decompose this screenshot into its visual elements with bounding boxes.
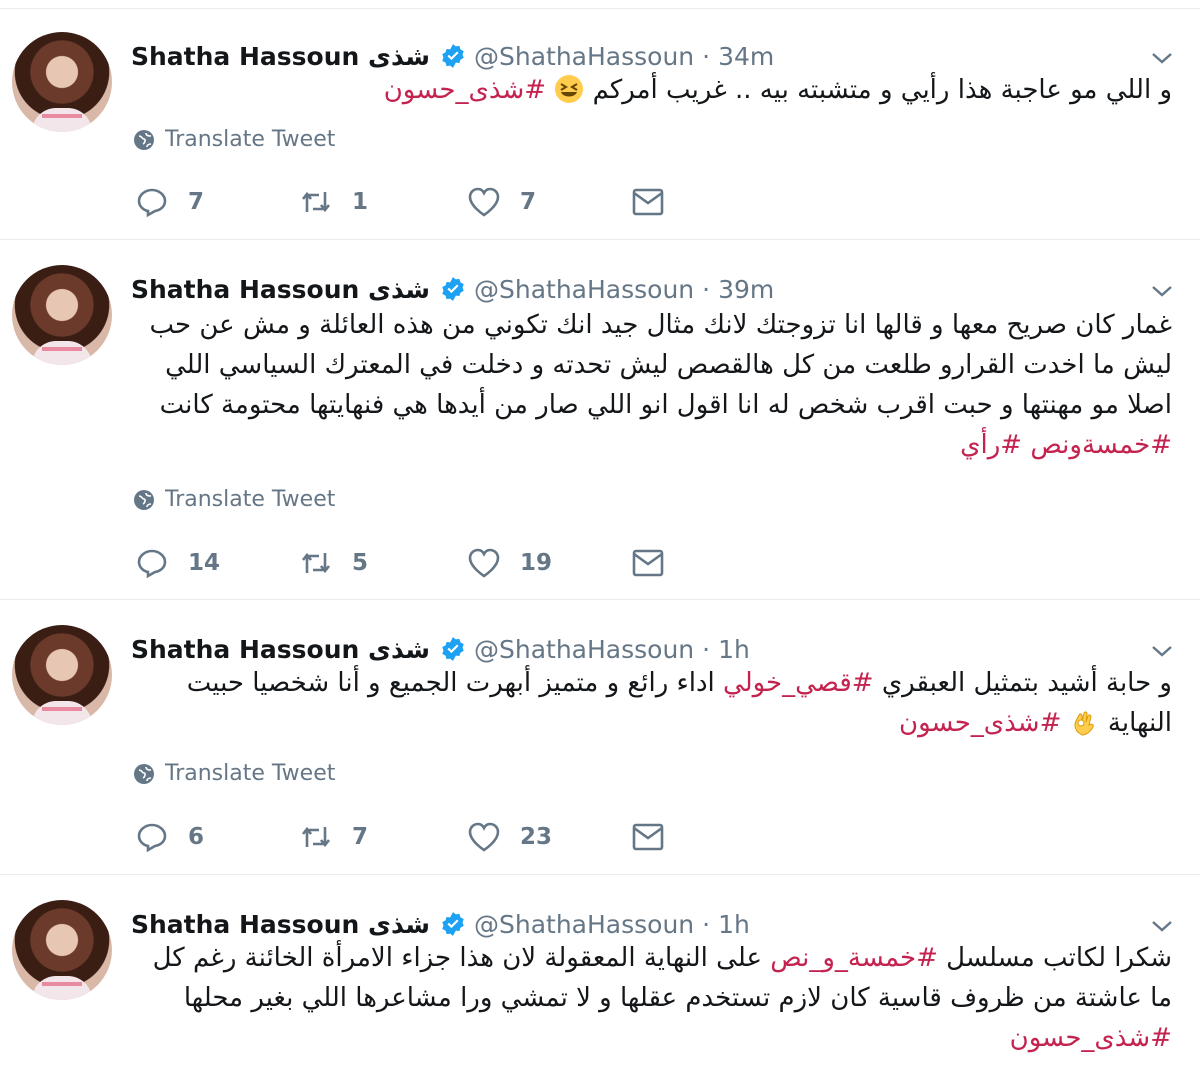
tweet-header: Shatha Hassoun شذى @ShathaHassoun · 39m	[131, 271, 774, 307]
retweet-count: 1	[352, 189, 369, 215]
retweet-button[interactable]: 5	[298, 543, 368, 583]
direct-message-button[interactable]	[630, 817, 666, 857]
hashtag[interactable]: #قصي_خولي	[723, 668, 874, 698]
translate-label: Translate Tweet	[165, 127, 336, 152]
tweet-text: و اللي مو عاجبة هذا رأيي و متشبته بيه ..…	[140, 70, 1172, 110]
translate-label: Translate Tweet	[165, 487, 336, 512]
chevron-down-icon[interactable]	[1150, 639, 1174, 663]
chevron-down-icon[interactable]	[1150, 279, 1174, 303]
avatar[interactable]	[12, 900, 112, 1000]
reply-count: 7	[188, 189, 205, 215]
author-name[interactable]: Shatha Hassoun شذى	[131, 910, 430, 939]
translate-tweet[interactable]: Translate Tweet	[133, 127, 335, 152]
grinning-squinting-face-icon	[555, 75, 584, 103]
tweet[interactable]: Shatha Hassoun شذى @ShathaHassoun · 1h ش…	[0, 876, 1200, 1068]
tweet[interactable]: Shatha Hassoun شذى @ShathaHassoun · 39m …	[0, 241, 1200, 600]
envelope-icon	[632, 823, 664, 851]
like-count: 23	[520, 824, 553, 850]
divider	[0, 239, 1200, 240]
verified-badge-icon	[442, 637, 464, 661]
retweet-button[interactable]: 7	[298, 817, 368, 857]
reply-icon	[137, 549, 167, 579]
verified-badge-icon	[442, 912, 464, 936]
envelope-icon	[632, 549, 664, 577]
tweet[interactable]: Shatha Hassoun شذى @ShathaHassoun · 34m …	[0, 8, 1200, 240]
like-count: 19	[520, 550, 553, 576]
chevron-down-icon[interactable]	[1150, 46, 1174, 70]
tweet-header: Shatha Hassoun شذى @ShathaHassoun · 1h	[131, 906, 750, 942]
avatar[interactable]	[12, 625, 112, 725]
retweet-icon	[301, 191, 331, 213]
tweet[interactable]: Shatha Hassoun شذى @ShathaHassoun · 1h و…	[0, 601, 1200, 875]
tweet-text-content: و حابة أشيد بتمثيل العبقري	[873, 668, 1172, 698]
separator-dot: ·	[702, 41, 711, 71]
separator-dot: ·	[702, 909, 711, 939]
like-button[interactable]: 19	[466, 543, 552, 583]
heart-icon	[468, 822, 500, 852]
hashtag[interactable]: #خمسةونص #رأي	[960, 430, 1172, 460]
translate-tweet[interactable]: Translate Tweet	[133, 487, 335, 512]
globe-icon	[134, 489, 154, 510]
envelope-icon	[632, 188, 664, 216]
avatar[interactable]	[12, 32, 112, 132]
direct-message-button[interactable]	[630, 182, 666, 222]
author-handle[interactable]: @ShathaHassoun	[474, 910, 694, 939]
globe-icon	[134, 129, 154, 150]
author-name[interactable]: Shatha Hassoun شذى	[131, 42, 430, 71]
author-name[interactable]: Shatha Hassoun شذى	[131, 275, 430, 304]
retweet-count: 5	[352, 550, 369, 576]
verified-badge-icon	[442, 277, 464, 301]
retweet-icon	[301, 552, 331, 574]
like-button[interactable]: 7	[466, 182, 536, 222]
tweet-text: غمار كان صريح معها و قالها انا تزوجتك لا…	[140, 305, 1173, 465]
retweet-button[interactable]: 1	[298, 182, 368, 222]
tweet-header: Shatha Hassoun شذى @ShathaHassoun · 1h	[131, 631, 750, 667]
chevron-down-icon[interactable]	[1150, 914, 1174, 938]
hashtag[interactable]: #خمسة_و_نص	[770, 943, 938, 973]
tweet-header: Shatha Hassoun شذى @ShathaHassoun · 34m	[131, 38, 774, 74]
hashtag[interactable]: #شذى_حسون	[1010, 1023, 1172, 1053]
reply-button[interactable]: 14	[134, 543, 220, 583]
verified-badge-icon	[442, 44, 464, 68]
hashtag[interactable]: #شذى_حسون	[384, 75, 546, 105]
timestamp[interactable]: 34m	[718, 42, 774, 71]
reply-button[interactable]: 7	[134, 182, 204, 222]
ok-hand-icon	[1074, 711, 1094, 736]
like-button[interactable]: 23	[466, 817, 552, 857]
reply-icon	[137, 823, 167, 853]
retweet-icon	[301, 826, 331, 848]
divider	[0, 599, 1200, 600]
retweet-count: 7	[352, 824, 369, 850]
separator-dot: ·	[702, 634, 711, 664]
timestamp[interactable]: 39m	[718, 275, 774, 304]
tweet-text-content: شكرا لكاتب مسلسل	[937, 943, 1172, 973]
reply-count: 6	[188, 824, 205, 850]
hashtag[interactable]: #شذى_حسون	[899, 708, 1061, 738]
author-handle[interactable]: @ShathaHassoun	[474, 635, 694, 664]
avatar[interactable]	[12, 265, 112, 365]
globe-icon	[134, 763, 154, 784]
author-handle[interactable]: @ShathaHassoun	[474, 275, 694, 304]
tweet-text: و حابة أشيد بتمثيل العبقري #قصي_خولي ادا…	[140, 663, 1172, 743]
like-count: 7	[520, 189, 537, 215]
timestamp[interactable]: 1h	[718, 910, 750, 939]
author-handle[interactable]: @ShathaHassoun	[474, 42, 694, 71]
heart-icon	[468, 548, 500, 578]
timeline: Shatha Hassoun شذى @ShathaHassoun · 34m …	[0, 0, 1200, 1068]
timestamp[interactable]: 1h	[718, 635, 750, 664]
translate-tweet[interactable]: Translate Tweet	[133, 761, 335, 786]
tweet-text: شكرا لكاتب مسلسل #خمسة_و_نص على النهاية …	[140, 938, 1172, 1058]
author-name[interactable]: Shatha Hassoun شذى	[131, 635, 430, 664]
reply-button[interactable]: 6	[134, 817, 204, 857]
translate-label: Translate Tweet	[165, 761, 336, 786]
tweet-text-content: و اللي مو عاجبة هذا رأيي و متشبته بيه ..…	[584, 75, 1172, 105]
reply-count: 14	[188, 550, 221, 576]
separator-dot: ·	[702, 274, 711, 304]
direct-message-button[interactable]	[630, 543, 666, 583]
divider	[0, 874, 1200, 875]
reply-icon	[137, 188, 167, 218]
tweet-text-content: غمار كان صريح معها و قالها انا تزوجتك لا…	[149, 310, 1173, 420]
heart-icon	[468, 187, 500, 217]
